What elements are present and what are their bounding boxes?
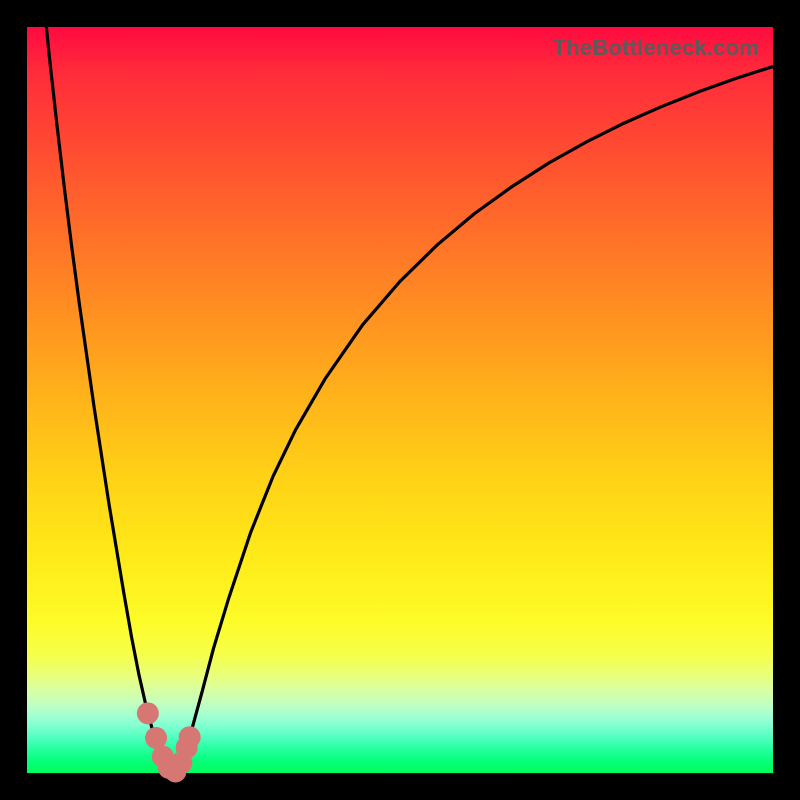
marker-point	[179, 726, 201, 748]
chart-svg	[27, 27, 773, 773]
plot-area: TheBottleneck.com	[27, 27, 773, 773]
chart-frame: TheBottleneck.com	[0, 0, 800, 800]
bottleneck-curve	[27, 0, 773, 773]
marker-point	[137, 702, 159, 724]
marker-group	[137, 702, 201, 782]
